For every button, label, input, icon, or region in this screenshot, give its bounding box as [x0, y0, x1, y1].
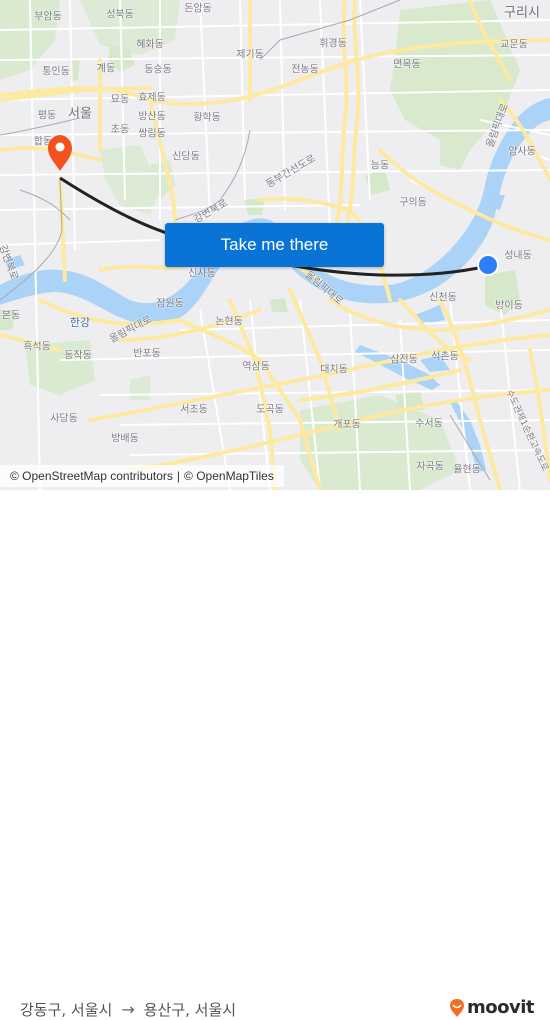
attribution-separator: |	[176, 469, 181, 483]
destination-location-dot-icon[interactable]	[477, 254, 499, 276]
origin-pin-icon[interactable]	[48, 135, 72, 171]
moovit-logo[interactable]: moovit	[449, 997, 535, 1018]
map-canvas[interactable]: 부암동 성북동 돈암동 혜화동 제기동 휘경동 구리시 교문동 통인동 계동 동…	[0, 0, 550, 490]
openmaptiles-attribution-link[interactable]: © OpenMapTiles	[184, 469, 274, 483]
moovit-pin-icon	[450, 998, 464, 1017]
osm-attribution-link[interactable]: © OpenStreetMap contributors	[10, 469, 173, 483]
route-summary: 강동구, 서울시 → 용산구, 서울시	[20, 999, 236, 1020]
destination-name: 용산구, 서울시	[143, 1001, 237, 1019]
moovit-wordmark: moovit	[467, 997, 535, 1018]
footer-bar: 강동구, 서울시 → 용산구, 서울시 moovit	[0, 490, 550, 1019]
origin-name: 강동구, 서울시	[20, 1001, 113, 1019]
take-me-there-button[interactable]: Take me there	[165, 223, 384, 267]
arrow-right-icon: →	[121, 1000, 135, 1019]
map-attribution: © OpenStreetMap contributors | © OpenMap…	[0, 465, 284, 487]
